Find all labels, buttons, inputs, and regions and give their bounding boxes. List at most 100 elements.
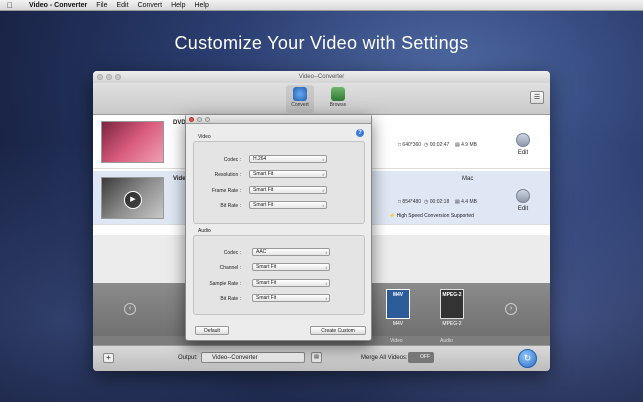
channel-row: Channel : Smart Fit ↕ bbox=[194, 263, 366, 273]
video-name: DVD bbox=[173, 120, 186, 126]
list-view-button[interactable]: ☰ bbox=[530, 91, 544, 104]
audio-codec-select[interactable]: AAC ↕ bbox=[252, 248, 330, 256]
dialog-minimize-button[interactable] bbox=[197, 117, 202, 122]
chevron-updown-icon: ↕ bbox=[325, 265, 327, 270]
folder-icon[interactable]: ▤ bbox=[311, 352, 322, 363]
dialog-zoom-button[interactable] bbox=[205, 117, 210, 122]
window-minimize-button[interactable] bbox=[106, 74, 112, 80]
chevron-updown-icon: ↕ bbox=[322, 157, 324, 162]
format-badge: MPEG-2 bbox=[440, 289, 464, 319]
high-speed-badge: ⚡ High Speed Conversion Supported bbox=[389, 213, 474, 219]
merge-toggle[interactable]: OFF bbox=[408, 352, 434, 363]
field-label: Sample Rate : bbox=[209, 281, 241, 287]
tab-video[interactable]: Video bbox=[390, 338, 403, 344]
field-label: Channel : bbox=[219, 265, 241, 271]
resolution-info: □ 640*360 bbox=[398, 142, 422, 148]
audio-bit-rate-row: Bit Rate : Smart Fit ↕ bbox=[194, 294, 366, 304]
format-m4v[interactable]: M4V M4V bbox=[384, 289, 412, 327]
window-close-button[interactable] bbox=[97, 74, 103, 80]
field-label: Resolution : bbox=[214, 172, 241, 178]
video-section-title: Video bbox=[198, 134, 211, 140]
output-select[interactable]: Video--Converter bbox=[201, 352, 305, 363]
resolution-info: □ 854*480 bbox=[398, 199, 422, 205]
wrench-icon bbox=[516, 189, 530, 203]
default-button[interactable]: Default bbox=[195, 326, 229, 335]
select-value: AAC bbox=[256, 249, 267, 255]
create-custom-button[interactable]: Create Custom bbox=[310, 326, 366, 335]
chevron-updown-icon: ↕ bbox=[325, 296, 327, 301]
settings-dialog: Video ? Codec : H.264 ↕ Resolution : Smar… bbox=[185, 114, 372, 341]
menu-help-1[interactable]: Help bbox=[171, 2, 185, 9]
tab-audio[interactable]: Audio bbox=[440, 338, 453, 344]
select-value: Smart Fit bbox=[256, 264, 277, 270]
field-label: Bit Rate : bbox=[220, 203, 241, 209]
output-label: Output: bbox=[178, 355, 198, 361]
chevron-updown-icon: ↕ bbox=[325, 250, 327, 255]
video-name: Vide bbox=[173, 176, 186, 182]
select-value: Smart Fit bbox=[253, 187, 274, 193]
select-value: Smart Fit bbox=[253, 202, 274, 208]
convert-start-button[interactable]: ↻ bbox=[518, 349, 537, 368]
field-label: Frame Rate : bbox=[211, 188, 241, 194]
merge-label: Merge All Videos: bbox=[361, 355, 408, 361]
duration-info: ◷ 00:02:18 bbox=[424, 199, 450, 205]
help-icon[interactable]: ? bbox=[356, 129, 364, 137]
add-video-button[interactable]: + bbox=[103, 353, 114, 363]
window-titlebar: Video--Converter bbox=[93, 71, 550, 83]
chevron-updown-icon: ↕ bbox=[322, 172, 324, 177]
select-value: Smart Fit bbox=[256, 295, 277, 301]
format-mpeg2[interactable]: MPEG-2 MPEG-2 bbox=[438, 289, 466, 327]
frame-rate-row: Frame Rate : Smart Fit ↕ bbox=[194, 186, 366, 196]
sample-rate-select[interactable]: Smart Fit ↕ bbox=[252, 279, 330, 287]
format-badge: M4V bbox=[386, 289, 410, 319]
audio-settings-group: Codec : AAC ↕ Channel : Smart Fit ↕ Sample… bbox=[193, 235, 365, 315]
chevron-updown-icon: ↕ bbox=[322, 188, 324, 193]
video-bit-rate-select[interactable]: Smart Fit ↕ bbox=[249, 201, 327, 209]
video-settings-group: Codec : H.264 ↕ Resolution : Smart Fit ↕ F… bbox=[193, 141, 365, 224]
browse-icon bbox=[331, 87, 345, 101]
chevron-right-icon[interactable]: › bbox=[505, 303, 517, 315]
dialog-titlebar bbox=[186, 115, 371, 124]
menu-help-2[interactable]: Help bbox=[194, 2, 208, 9]
edit-label: Edit bbox=[517, 206, 529, 212]
audio-codec-row: Codec : AAC ↕ bbox=[194, 248, 366, 258]
toolbar-browse-button[interactable]: Browse bbox=[324, 85, 352, 113]
frame-rate-select[interactable]: Smart Fit ↕ bbox=[249, 186, 327, 194]
toolbar: Convert Browse ☰ bbox=[93, 83, 550, 115]
convert-icon bbox=[293, 87, 307, 101]
apple-icon[interactable]:  bbox=[0, 1, 20, 10]
audio-bit-rate-select[interactable]: Smart Fit ↕ bbox=[252, 294, 330, 302]
dialog-close-button[interactable] bbox=[189, 117, 194, 122]
play-icon[interactable]: ▶ bbox=[124, 191, 142, 209]
field-label: Codec : bbox=[223, 250, 241, 256]
video-codec-select[interactable]: H.264 ↕ bbox=[249, 155, 327, 163]
select-value: H.264 bbox=[253, 156, 267, 162]
video-thumbnail: ▶ bbox=[101, 177, 164, 219]
menu-app-name[interactable]: Video - Converter bbox=[29, 2, 87, 9]
window-title: Video--Converter bbox=[298, 74, 345, 80]
menu-edit[interactable]: Edit bbox=[117, 2, 129, 9]
menu-convert[interactable]: Convert bbox=[138, 2, 163, 9]
video-bit-rate-row: Bit Rate : Smart Fit ↕ bbox=[194, 201, 366, 211]
window-zoom-button[interactable] bbox=[115, 74, 121, 80]
menubar:  Video - Converter File Edit Convert He… bbox=[0, 0, 643, 11]
edit-label: Edit bbox=[517, 150, 529, 156]
menu-file[interactable]: File bbox=[96, 2, 107, 9]
field-label: Codec : bbox=[223, 157, 241, 163]
select-value: Smart Fit bbox=[253, 171, 274, 177]
edit-button[interactable]: Edit bbox=[516, 133, 530, 156]
format-label: MPEG-2 bbox=[442, 321, 462, 327]
resolution-select[interactable]: Smart Fit ↕ bbox=[249, 170, 327, 178]
chevron-updown-icon: ↕ bbox=[322, 203, 324, 208]
channel-select[interactable]: Smart Fit ↕ bbox=[252, 263, 330, 271]
page-headline: Customize Your Video with Settings bbox=[174, 33, 469, 53]
select-value: Smart Fit bbox=[256, 280, 277, 286]
size-info: ▤ 4.9 MB bbox=[455, 142, 477, 148]
chevron-left-icon[interactable]: ‹ bbox=[124, 303, 136, 315]
format-label: M4V bbox=[392, 321, 404, 327]
duration-info: ◷ 00:02:47 bbox=[424, 142, 450, 148]
toolbar-convert-button[interactable]: Convert bbox=[286, 85, 314, 113]
video-thumbnail bbox=[101, 121, 164, 163]
output-value: Video--Converter bbox=[212, 355, 258, 361]
edit-button[interactable]: Edit bbox=[516, 189, 530, 212]
